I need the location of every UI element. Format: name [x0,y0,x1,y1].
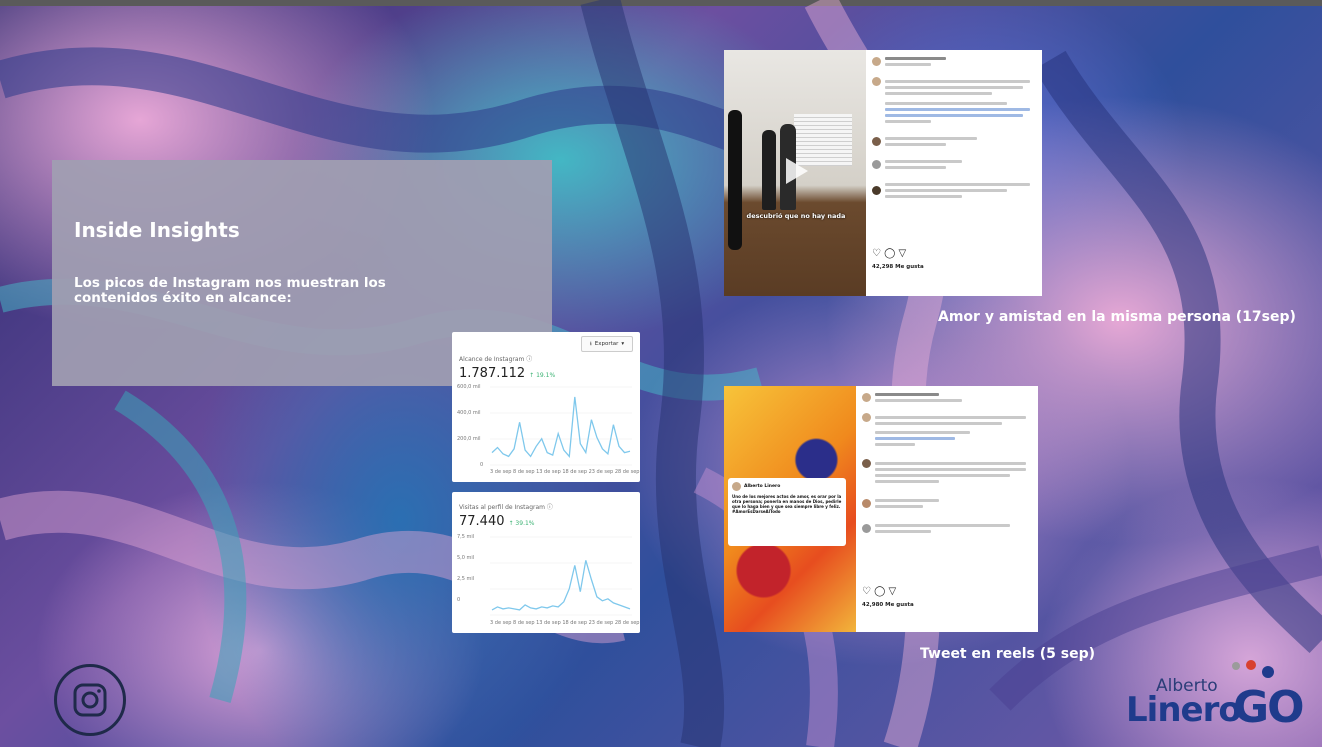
instagram-post-2[interactable]: Alberto Linero Uno de los mejores actos … [724,386,1038,632]
avatar [862,524,871,533]
x-ticks: 3 de sep 8 de sep 13 de sep 18 de sep 23… [490,620,640,626]
instagram-glyph [73,683,107,717]
avatar [862,499,871,508]
chevron-down-icon: ▾ [621,341,625,347]
y-tick: 7,5 mil [457,534,475,540]
slide: Inside Insights Los picos de Instagram n… [0,0,1322,747]
y-tick: 600,0 mil [457,384,481,390]
export-button[interactable]: ⭳ Exportar ▾ [581,336,633,352]
profile-visits-delta: ↑ 39.1% [508,520,535,527]
y-tick: 5,0 mil [457,555,475,561]
post-likes: 42,298 Me gusta [872,264,924,270]
reach-value: 1.787.112 ↑ 19.1% [459,366,555,381]
tweet-text: Uno de los mejores actos de amor, es ora… [732,494,842,514]
y-tick: 0 [457,597,461,603]
post-action-icons[interactable]: ♡ ◯ ▽ [872,248,906,259]
avatar [872,186,881,195]
post-1-caption: Amor y amistad en la misma persona (17se… [938,309,1296,325]
slide-description: Los picos de Instagram nos muestran los … [74,275,386,306]
instagram-icon [54,664,126,736]
post-comments: ♡ ◯ ▽ 42,980 Me gusta [858,386,1038,632]
slide-title: Inside Insights [74,218,240,242]
y-tick: 2,5 mil [457,576,475,582]
play-icon[interactable] [786,158,808,184]
logo-dot [1232,662,1240,670]
profile-visits-line-chart [490,536,632,616]
post-action-icons[interactable]: ♡ ◯ ▽ [862,586,896,597]
tweet-card: Alberto Linero Uno de los mejores actos … [728,478,846,546]
y-tick: 200,0 mil [457,436,481,442]
download-icon: ⭳ [589,340,592,347]
person-figure [728,110,742,250]
logo-dot [1262,666,1274,678]
y-tick: 400,0 mil [457,410,481,416]
avatar [872,57,881,66]
y-tick: 0 [480,462,484,468]
reach-line-chart [490,386,632,466]
avatar [862,459,871,468]
brand-go: GO [1233,682,1305,733]
avatar [872,160,881,169]
reel-video[interactable]: Alberto Linero Uno de los mejores actos … [724,386,856,632]
post-2-caption: Tweet en reels (5 sep) [920,646,1095,662]
profile-visits-value-number: 77.440 [459,514,505,529]
export-label: Exportar [594,341,619,347]
series-line [491,396,631,458]
x-ticks: 3 de sep 8 de sep 13 de sep 18 de sep 23… [490,469,640,475]
brand-linero: Linero [1126,690,1242,730]
series-line [491,560,631,611]
avatar [732,482,741,491]
profile-visits-label: Visitas al perfil de Instagram ⓘ [459,504,553,511]
reach-chart-card: ⭳ Exportar ▾ Alcance de Instagram ⓘ 1.78… [452,332,640,482]
profile-visits-chart-card: Visitas al perfil de Instagram ⓘ 77.440 ↑… [452,492,640,633]
logo-dot [1246,660,1256,670]
avatar [862,393,871,402]
profile-visits-value: 77.440 ↑ 39.1% [459,514,535,529]
tweet-author: Alberto Linero [744,484,781,489]
avatar [872,137,881,146]
reach-delta: ↑ 19.1% [529,372,556,379]
post-likes: 42,980 Me gusta [862,602,914,608]
person-figure [762,130,776,210]
video-overlay-text: descubrió que no hay nada [746,212,846,220]
post-comments: ♡ ◯ ▽ 42,298 Me gusta [868,50,1042,296]
reel-video[interactable]: descubrió que no hay nada [724,50,866,296]
avatar [872,77,881,86]
instagram-post-1[interactable]: descubrió que no hay nada ♡ ◯ ▽ 42,298 M… [724,50,1042,296]
avatar [862,413,871,422]
reach-value-number: 1.787.112 [459,366,526,381]
reach-label: Alcance de Instagram ⓘ [459,356,533,363]
brand-logo: Alberto Linero GO [1120,656,1320,736]
